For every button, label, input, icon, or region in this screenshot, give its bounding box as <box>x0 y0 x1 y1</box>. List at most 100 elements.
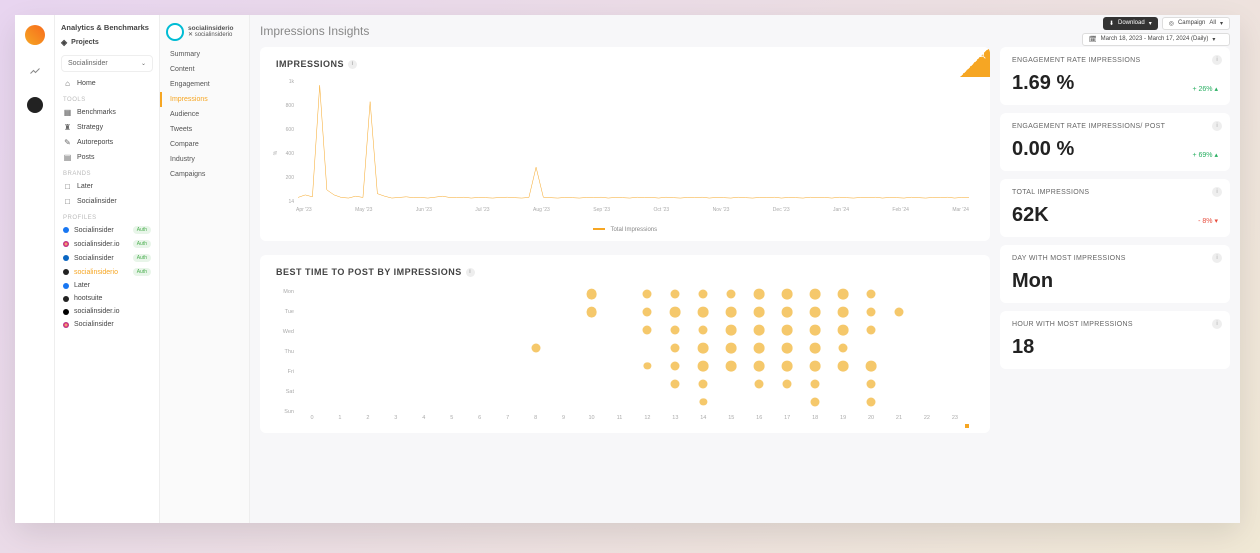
projects-label: Projects <box>71 39 99 46</box>
heatmap-cell[interactable] <box>810 307 821 318</box>
heatmap-cell[interactable] <box>699 379 708 388</box>
heatmap-cell[interactable] <box>866 361 877 372</box>
heatmap-cell[interactable] <box>671 325 680 334</box>
heatmap-cell[interactable] <box>726 361 737 372</box>
heatmap-cell[interactable] <box>700 398 707 405</box>
profile-item[interactable]: Socialinsider <box>55 318 159 331</box>
profile-item[interactable]: Later <box>55 279 159 292</box>
campaign-select[interactable]: ◎ Campaign All ▾ <box>1162 17 1230 30</box>
heatmap-cell[interactable] <box>811 379 820 388</box>
heatmap-cell[interactable] <box>782 343 793 354</box>
heatmap-cell[interactable] <box>754 343 765 354</box>
nav-benchmarks[interactable]: ▦Benchmarks <box>55 105 159 120</box>
heatmap-cell[interactable] <box>895 307 904 316</box>
info-icon[interactable]: i <box>1212 55 1222 65</box>
heatmap-cell[interactable] <box>754 361 765 372</box>
heatmap-cell[interactable] <box>867 397 876 406</box>
heatmap-cell[interactable] <box>531 343 540 352</box>
heatmap-cell[interactable] <box>838 289 849 300</box>
heatmap-cell[interactable] <box>754 289 765 300</box>
subnav-item-industry[interactable]: Industry <box>160 152 249 167</box>
heatmap-cell[interactable] <box>810 325 821 336</box>
heatmap-cell[interactable] <box>867 307 876 316</box>
heatmap-cell[interactable] <box>838 361 849 372</box>
heatmap-cell[interactable] <box>810 361 821 372</box>
expand-chart-button[interactable] <box>960 47 990 77</box>
heatmap-day-label: Tue <box>276 309 294 315</box>
heatmap-x-axis: 01234567891011121314151617181920212223 <box>298 415 969 425</box>
heatmap-cell[interactable] <box>643 307 652 316</box>
heatmap-cell[interactable] <box>671 343 680 352</box>
heatmap-cell[interactable] <box>726 307 737 318</box>
nav-home[interactable]: ⌂ Home <box>55 76 159 91</box>
heatmap-cell[interactable] <box>838 325 849 336</box>
project-select[interactable]: Socialinsider ⌄ <box>61 55 153 72</box>
date-range-select[interactable]: 🗓 March 18, 2023 - March 17, 2024 (Daily… <box>1082 33 1230 46</box>
heatmap-cell[interactable] <box>867 325 876 334</box>
heatmap-cell[interactable] <box>699 289 708 298</box>
heatmap-cell[interactable] <box>867 289 876 298</box>
nav-autoreports[interactable]: ✎Autoreports <box>55 135 159 150</box>
download-button[interactable]: ⬇ Download ▾ <box>1103 17 1158 30</box>
info-icon[interactable]: i <box>1212 121 1222 131</box>
heatmap-cell[interactable] <box>754 325 765 336</box>
subnav-item-impressions[interactable]: Impressions <box>160 92 249 107</box>
heatmap-cell[interactable] <box>644 362 651 369</box>
nav-brand-later[interactable]: □Later <box>55 179 159 194</box>
nav-brand-socialinsider[interactable]: □Socialinsider <box>55 194 159 209</box>
subnav-item-tweets[interactable]: Tweets <box>160 122 249 137</box>
subnav-item-compare[interactable]: Compare <box>160 137 249 152</box>
heatmap-cell[interactable] <box>754 307 765 318</box>
heatmap-cell[interactable] <box>810 289 821 300</box>
profile-item[interactable]: SocialinsiderAuth <box>55 251 159 265</box>
nav-strategy[interactable]: ♜Strategy <box>55 120 159 135</box>
heatmap-cell[interactable] <box>727 289 736 298</box>
info-icon[interactable]: i <box>348 60 357 69</box>
heatmap-cell[interactable] <box>671 361 680 370</box>
heatmap-cell[interactable] <box>698 361 709 372</box>
profile-item[interactable]: socialinsiderioAuth <box>55 265 159 279</box>
profile-item[interactable]: hootsuite <box>55 292 159 305</box>
heatmap-cell[interactable] <box>810 343 821 354</box>
info-icon[interactable]: i <box>1212 253 1222 263</box>
heatmap-cell[interactable] <box>867 379 876 388</box>
heatmap-cell[interactable] <box>783 379 792 388</box>
heatmap-cell[interactable] <box>726 343 737 354</box>
heatmap-cell[interactable] <box>643 325 652 334</box>
heatmap-cell[interactable] <box>698 343 709 354</box>
heatmap-cell[interactable] <box>699 325 708 334</box>
heatmap-cell[interactable] <box>838 307 849 318</box>
heatmap-cell[interactable] <box>782 325 793 336</box>
heatmap-cell[interactable] <box>782 361 793 372</box>
user-avatar-icon[interactable] <box>27 97 43 113</box>
chevron-down-icon: ▾ <box>1212 36 1215 43</box>
info-icon[interactable]: i <box>466 268 475 277</box>
heatmap-cell[interactable] <box>643 289 652 298</box>
brand-logo-icon[interactable] <box>25 25 45 45</box>
heatmap-cell[interactable] <box>671 289 680 298</box>
heatmap-cell[interactable] <box>586 289 597 300</box>
nav-posts[interactable]: ▤Posts <box>55 150 159 165</box>
subnav-brand[interactable]: socialinsiderio ✕ socialinsiderio <box>160 21 249 47</box>
profile-item[interactable]: socialinsider.io <box>55 305 159 318</box>
heatmap-cell[interactable] <box>755 379 764 388</box>
heatmap-cell[interactable] <box>811 397 820 406</box>
subnav-item-engagement[interactable]: Engagement <box>160 77 249 92</box>
subnav-item-audience[interactable]: Audience <box>160 107 249 122</box>
analytics-icon[interactable] <box>27 63 43 79</box>
info-icon[interactable]: i <box>1212 319 1222 329</box>
heatmap-cell[interactable] <box>586 307 597 318</box>
heatmap-cell[interactable] <box>782 289 793 300</box>
heatmap-cell[interactable] <box>839 343 848 352</box>
profile-item[interactable]: socialinsider.ioAuth <box>55 237 159 251</box>
subnav-item-summary[interactable]: Summary <box>160 47 249 62</box>
subnav-item-campaigns[interactable]: Campaigns <box>160 167 249 182</box>
info-icon[interactable]: i <box>1212 187 1222 197</box>
heatmap-cell[interactable] <box>726 325 737 336</box>
subnav-item-content[interactable]: Content <box>160 62 249 77</box>
heatmap-cell[interactable] <box>671 379 680 388</box>
profile-item[interactable]: SocialinsiderAuth <box>55 223 159 237</box>
heatmap-cell[interactable] <box>670 307 681 318</box>
heatmap-cell[interactable] <box>698 307 709 318</box>
heatmap-cell[interactable] <box>782 307 793 318</box>
